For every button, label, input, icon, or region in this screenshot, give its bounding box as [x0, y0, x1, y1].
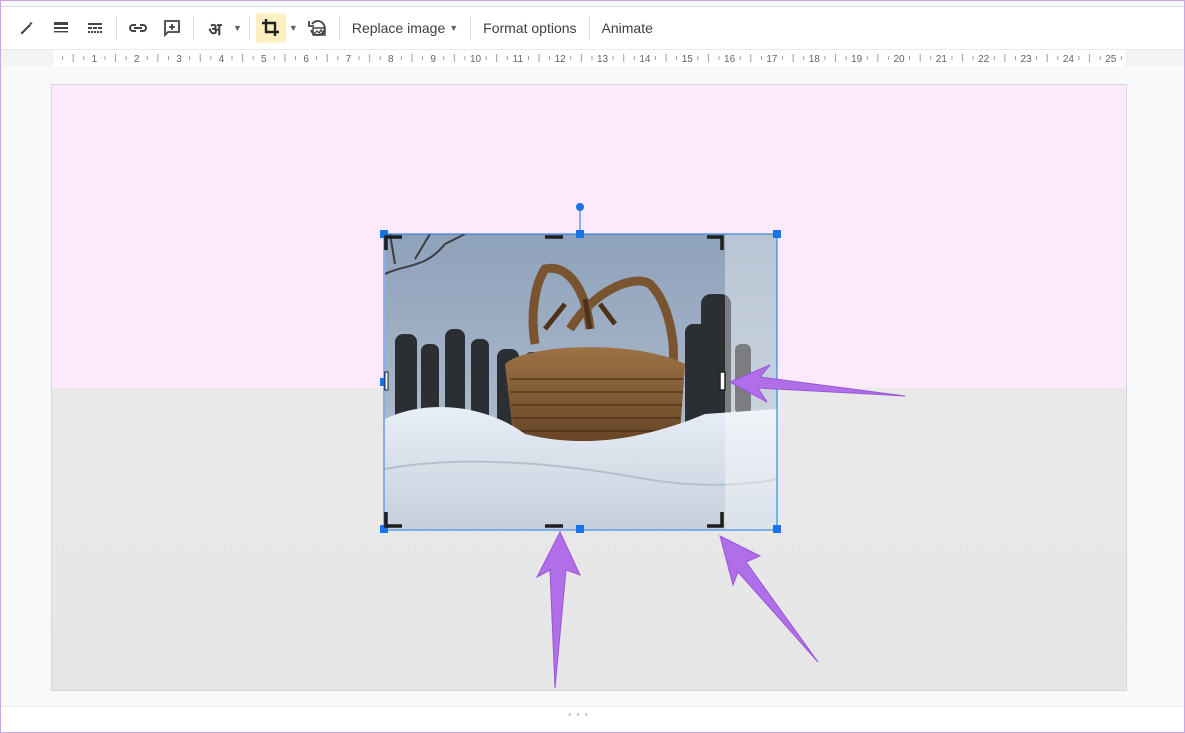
replace-image-button[interactable]: Replace image ▼: [344, 13, 466, 43]
ruler-label: 19: [851, 54, 863, 65]
ruler-label: 12: [555, 54, 567, 65]
toolbar-separator: [248, 16, 250, 40]
ruler-label: 22: [978, 54, 990, 65]
format-options-button[interactable]: Format options: [475, 13, 584, 43]
toolbar: अ ▼ ▼ Replace image ▼ Format options Ani…: [0, 6, 1185, 50]
drag-handle-icon[interactable]: • • •: [568, 710, 589, 721]
ruler-label: 15: [682, 54, 694, 65]
pencil-icon[interactable]: [12, 13, 42, 43]
replace-image-label: Replace image: [351, 20, 446, 36]
speaker-notes-divider[interactable]: • • •: [0, 706, 1185, 733]
ruler-label: 4: [219, 54, 225, 65]
ruler-label: 10: [470, 54, 482, 65]
ruler-label: 20: [893, 54, 905, 65]
ruler-label: 16: [724, 54, 736, 65]
toolbar-separator: [338, 16, 340, 40]
crop-dropdown-caret[interactable]: ▼: [289, 23, 298, 33]
ruler-label: 18: [809, 54, 821, 65]
ruler-label: 6: [303, 54, 309, 65]
basket-image: [385, 234, 777, 529]
ruler-label: 5: [261, 54, 267, 65]
input-tools-dropdown-caret[interactable]: ▼: [233, 23, 242, 33]
horizontal-ruler[interactable]: 1 2 3 4 5 6 7 8 9 10 11 12 13 14 15 16 17 18 19 20 21 22 23 24 2…: [0, 50, 1185, 66]
input-tools-icon[interactable]: अ: [200, 13, 230, 43]
ruler-label: 13: [597, 54, 609, 65]
ruler-label: 2: [134, 54, 140, 65]
add-comment-icon[interactable]: [157, 13, 187, 43]
animate-label: Animate: [601, 20, 653, 36]
crop-icon[interactable]: [255, 13, 286, 43]
link-icon[interactable]: [123, 13, 153, 43]
ruler-label: 25: [1105, 54, 1117, 65]
ruler-label: 8: [388, 54, 394, 65]
animate-button[interactable]: Animate: [594, 13, 661, 43]
line-dash-icon[interactable]: [80, 13, 110, 43]
ruler-label: 24: [1063, 54, 1075, 65]
ruler-label: 23: [1020, 54, 1032, 65]
toolbar-separator: [470, 16, 472, 40]
toolbar-separator: [116, 16, 117, 40]
slide-canvas[interactable]: [52, 85, 1126, 690]
format-options-label: Format options: [483, 20, 577, 36]
basket-photo[interactable]: [385, 234, 777, 529]
ruler-label: 11: [513, 54, 524, 65]
line-weight-icon[interactable]: [46, 13, 76, 43]
reset-image-icon[interactable]: [303, 13, 333, 43]
toolbar-separator: [193, 16, 194, 40]
ruler-label: 17: [766, 54, 778, 65]
ruler-label: 14: [639, 54, 651, 65]
ruler-label: 9: [430, 54, 436, 65]
ruler-label: 21: [936, 54, 948, 65]
ruler-label: 3: [176, 54, 182, 65]
chevron-down-icon: ▼: [449, 23, 459, 33]
ruler-label: 7: [346, 54, 352, 65]
toolbar-separator: [588, 16, 590, 40]
ruler-label: 1: [92, 54, 98, 65]
ruler-marks: 1 2 3 4 5 6 7 8 9 10 11 12 13 14 15 16 17 18 19 20 21 22 23 24 2…: [62, 54, 1122, 65]
